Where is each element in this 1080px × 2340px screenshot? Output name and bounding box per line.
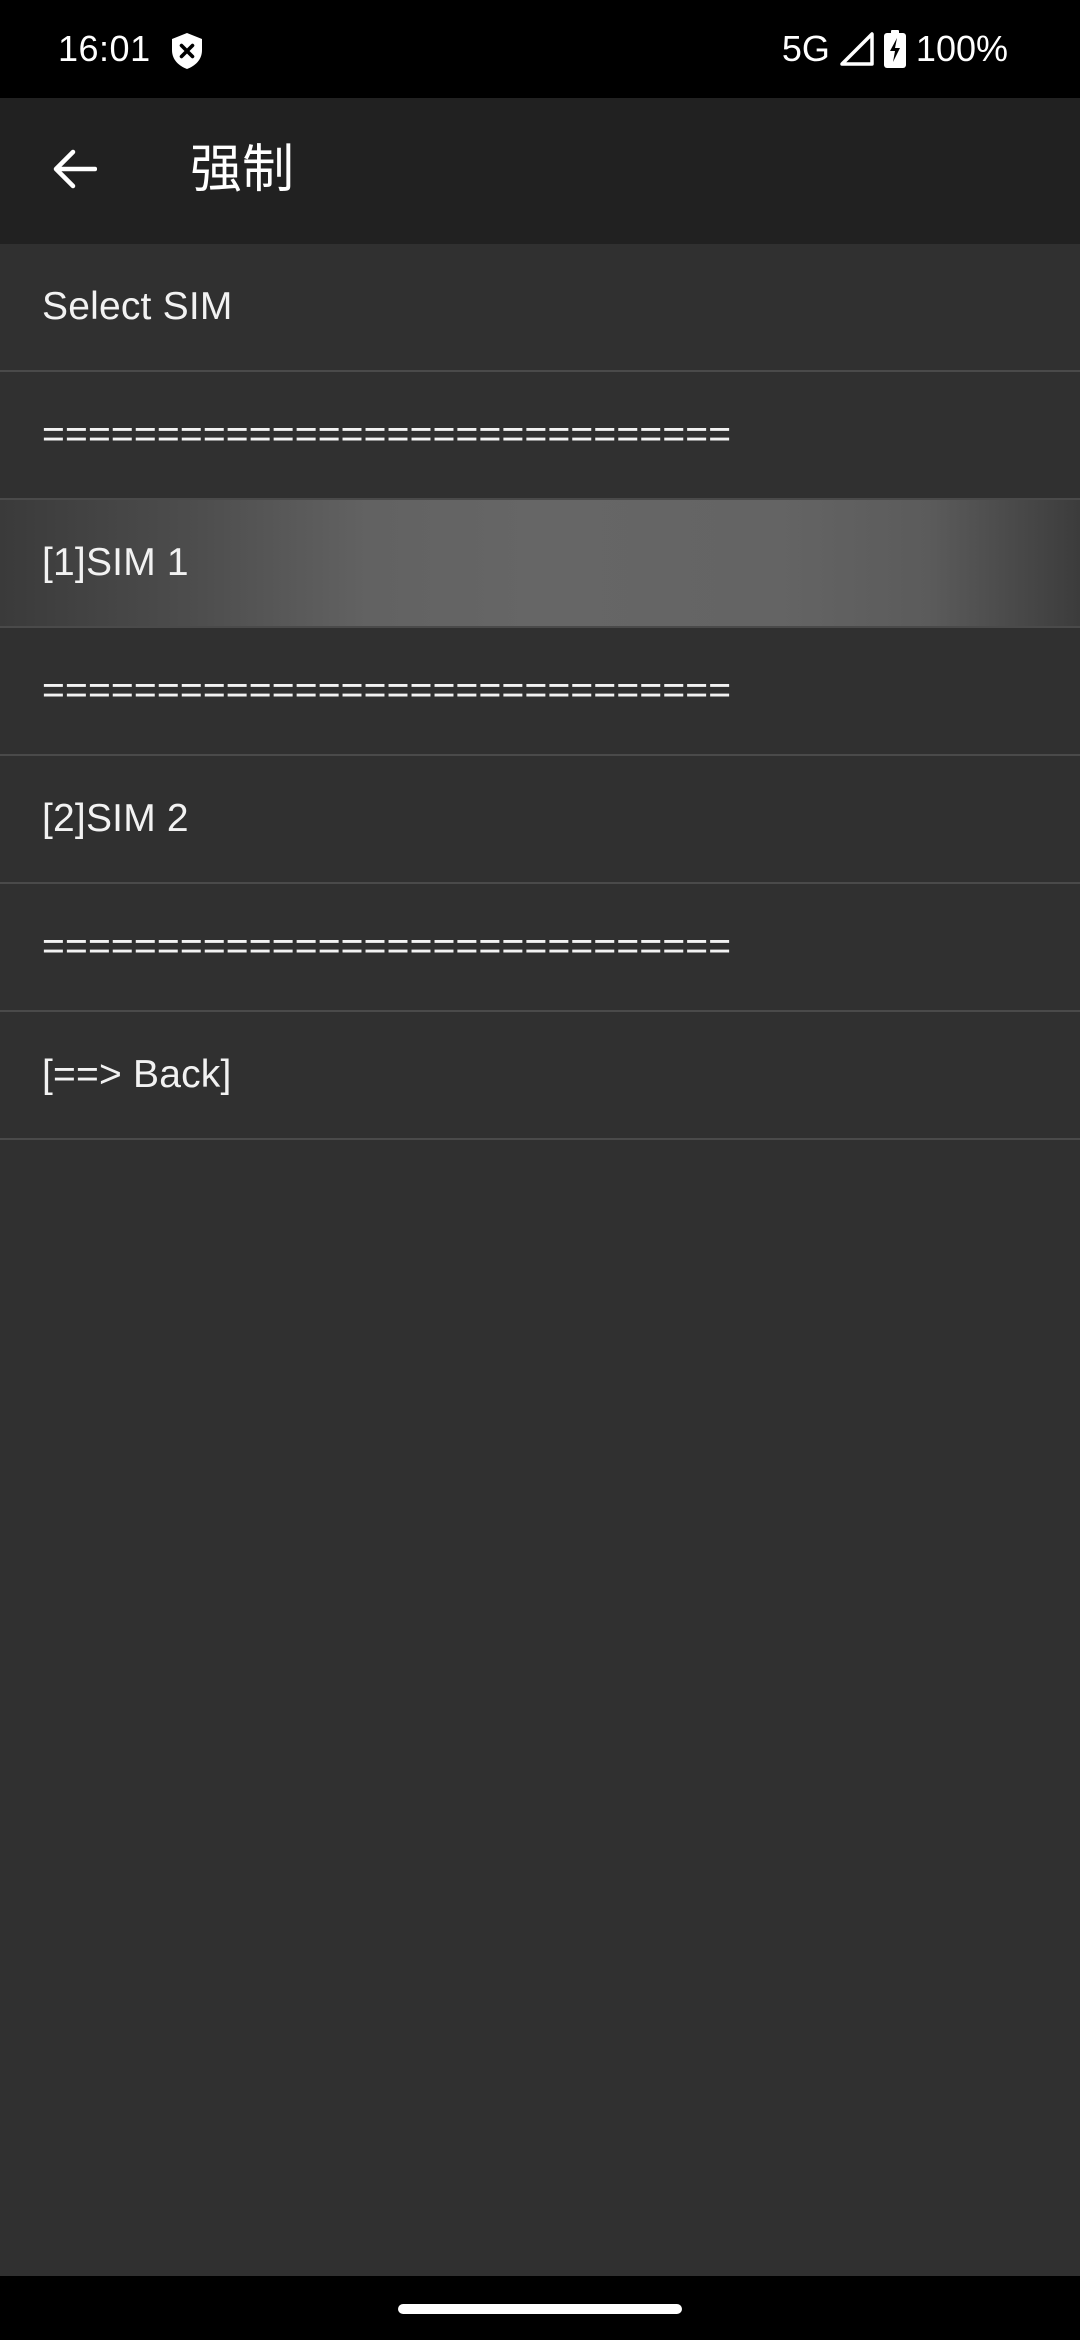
list-item-label: [1]SIM 1 (42, 541, 189, 584)
page-title: 强制 (190, 140, 295, 200)
list-item-sim-1[interactable]: [1]SIM 1 (0, 500, 1080, 628)
list-item-label: Select SIM (42, 285, 233, 328)
menu-list: Select SIM =============================… (0, 244, 1080, 1140)
network-type: 5G (781, 28, 830, 69)
arrow-back-icon (53, 149, 98, 194)
list-item-back[interactable]: [==> Back] (0, 1012, 1080, 1140)
screen: 16:01 5G 100% 强制 Select SIM ============… (0, 0, 1080, 2340)
signal-icon (840, 32, 874, 66)
list-item-label: [==> Back] (42, 1053, 232, 1096)
back-button[interactable] (38, 134, 112, 208)
list-item-label: [2]SIM 2 (42, 797, 189, 840)
battery-percent: 100% (915, 28, 1008, 69)
battery-charging-icon (883, 30, 906, 68)
status-time: 16:01 (58, 28, 151, 69)
status-bar: 16:01 5G 100% (0, 0, 1080, 98)
list-item-label: ============================== (42, 925, 732, 968)
list-item-sim-2[interactable]: [2]SIM 2 (0, 756, 1080, 884)
list-item-label: ============================== (42, 669, 732, 712)
navigation-bar (0, 2276, 1080, 2340)
list-item-label: ============================== (42, 413, 732, 456)
list-item-separator[interactable]: ============================== (0, 628, 1080, 756)
list-item-separator[interactable]: ============================== (0, 884, 1080, 1012)
list-item-separator[interactable]: ============================== (0, 372, 1080, 500)
shield-x-icon (170, 32, 204, 70)
list-item-select-sim[interactable]: Select SIM (0, 244, 1080, 372)
home-gesture-handle[interactable] (398, 2304, 682, 2314)
status-indicators: 5G 100% (782, 26, 1008, 72)
app-bar: 强制 (0, 98, 1080, 244)
